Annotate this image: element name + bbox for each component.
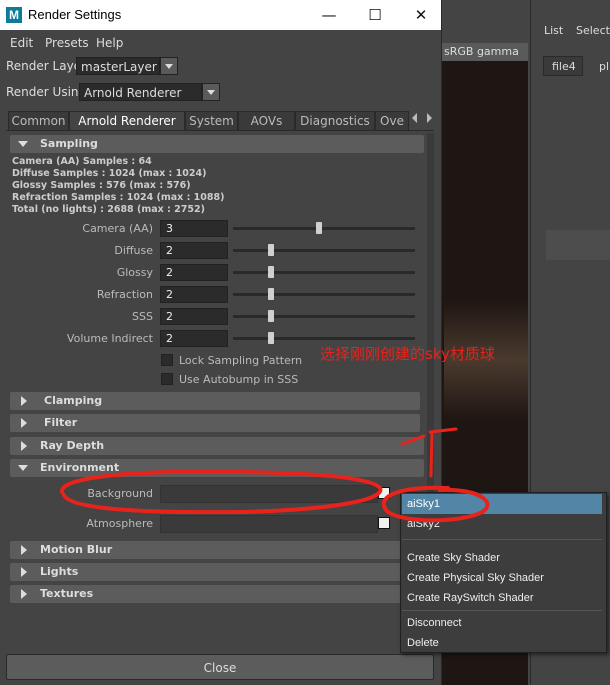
- annotation-circle-background: [60, 469, 383, 515]
- annotation-circle-aisky1: [382, 485, 490, 523]
- annotation-arrow: [400, 427, 458, 478]
- annotation-overlay: [60, 427, 490, 523]
- annotation-text: 选择刚刚创建的sky材质球: [320, 345, 495, 363]
